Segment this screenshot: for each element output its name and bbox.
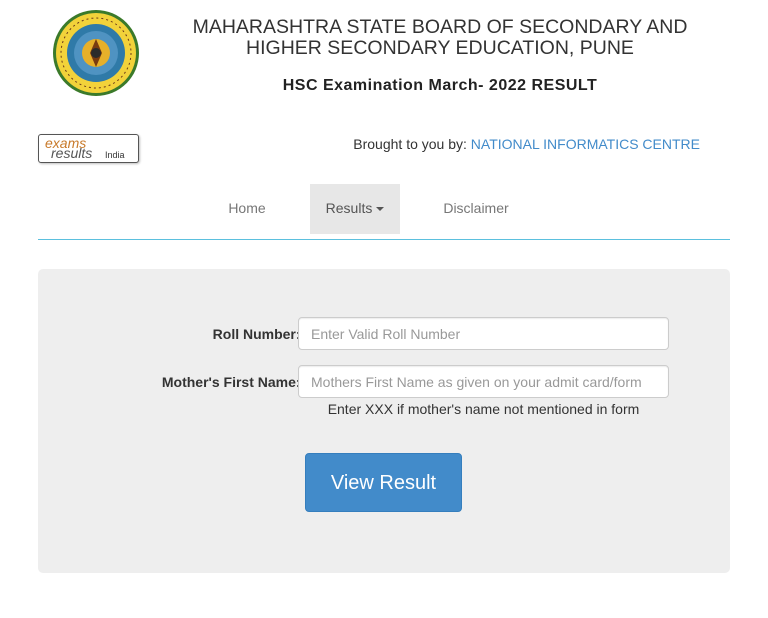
mother-name-label: Mother's First Name:* <box>161 374 306 390</box>
mother-name-hint: Enter XXX if mother's name not mentioned… <box>327 401 640 417</box>
nav-disclaimer-label: Disclaimer <box>443 200 509 216</box>
india-logo-text: India <box>105 150 125 160</box>
roll-number-label: Roll Number:* <box>212 326 306 342</box>
exams-results-logo[interactable]: exams results India <box>38 134 139 163</box>
results-logo-text: results <box>51 145 93 161</box>
board-seal-logo <box>52 9 140 97</box>
main-nav: Home Results Disclaimer <box>38 184 730 240</box>
nav-disclaimer[interactable]: Disclaimer <box>428 184 524 234</box>
nav-results-dropdown[interactable]: Results <box>310 184 400 234</box>
nav-home[interactable]: Home <box>209 184 285 234</box>
roll-number-input[interactable] <box>298 317 669 350</box>
nav-home-label: Home <box>228 200 266 216</box>
nav-results-label: Results <box>325 200 373 216</box>
nic-link[interactable]: NATIONAL INFORMATICS CENTRE <box>471 136 700 152</box>
brought-prefix: Brought to you by: <box>353 136 471 152</box>
caret-down-icon <box>376 207 385 212</box>
result-form-panel <box>38 269 730 573</box>
exam-title: HSC Examination March- 2022 RESULT <box>282 77 598 94</box>
brought-to-you-by: Brought to you by: NATIONAL INFORMATICS … <box>300 136 700 152</box>
board-title: MAHARASHTRA STATE BOARD OF SECONDARY AND… <box>192 16 688 59</box>
mother-name-input[interactable] <box>298 365 669 398</box>
view-result-button[interactable]: View Result <box>305 453 462 512</box>
